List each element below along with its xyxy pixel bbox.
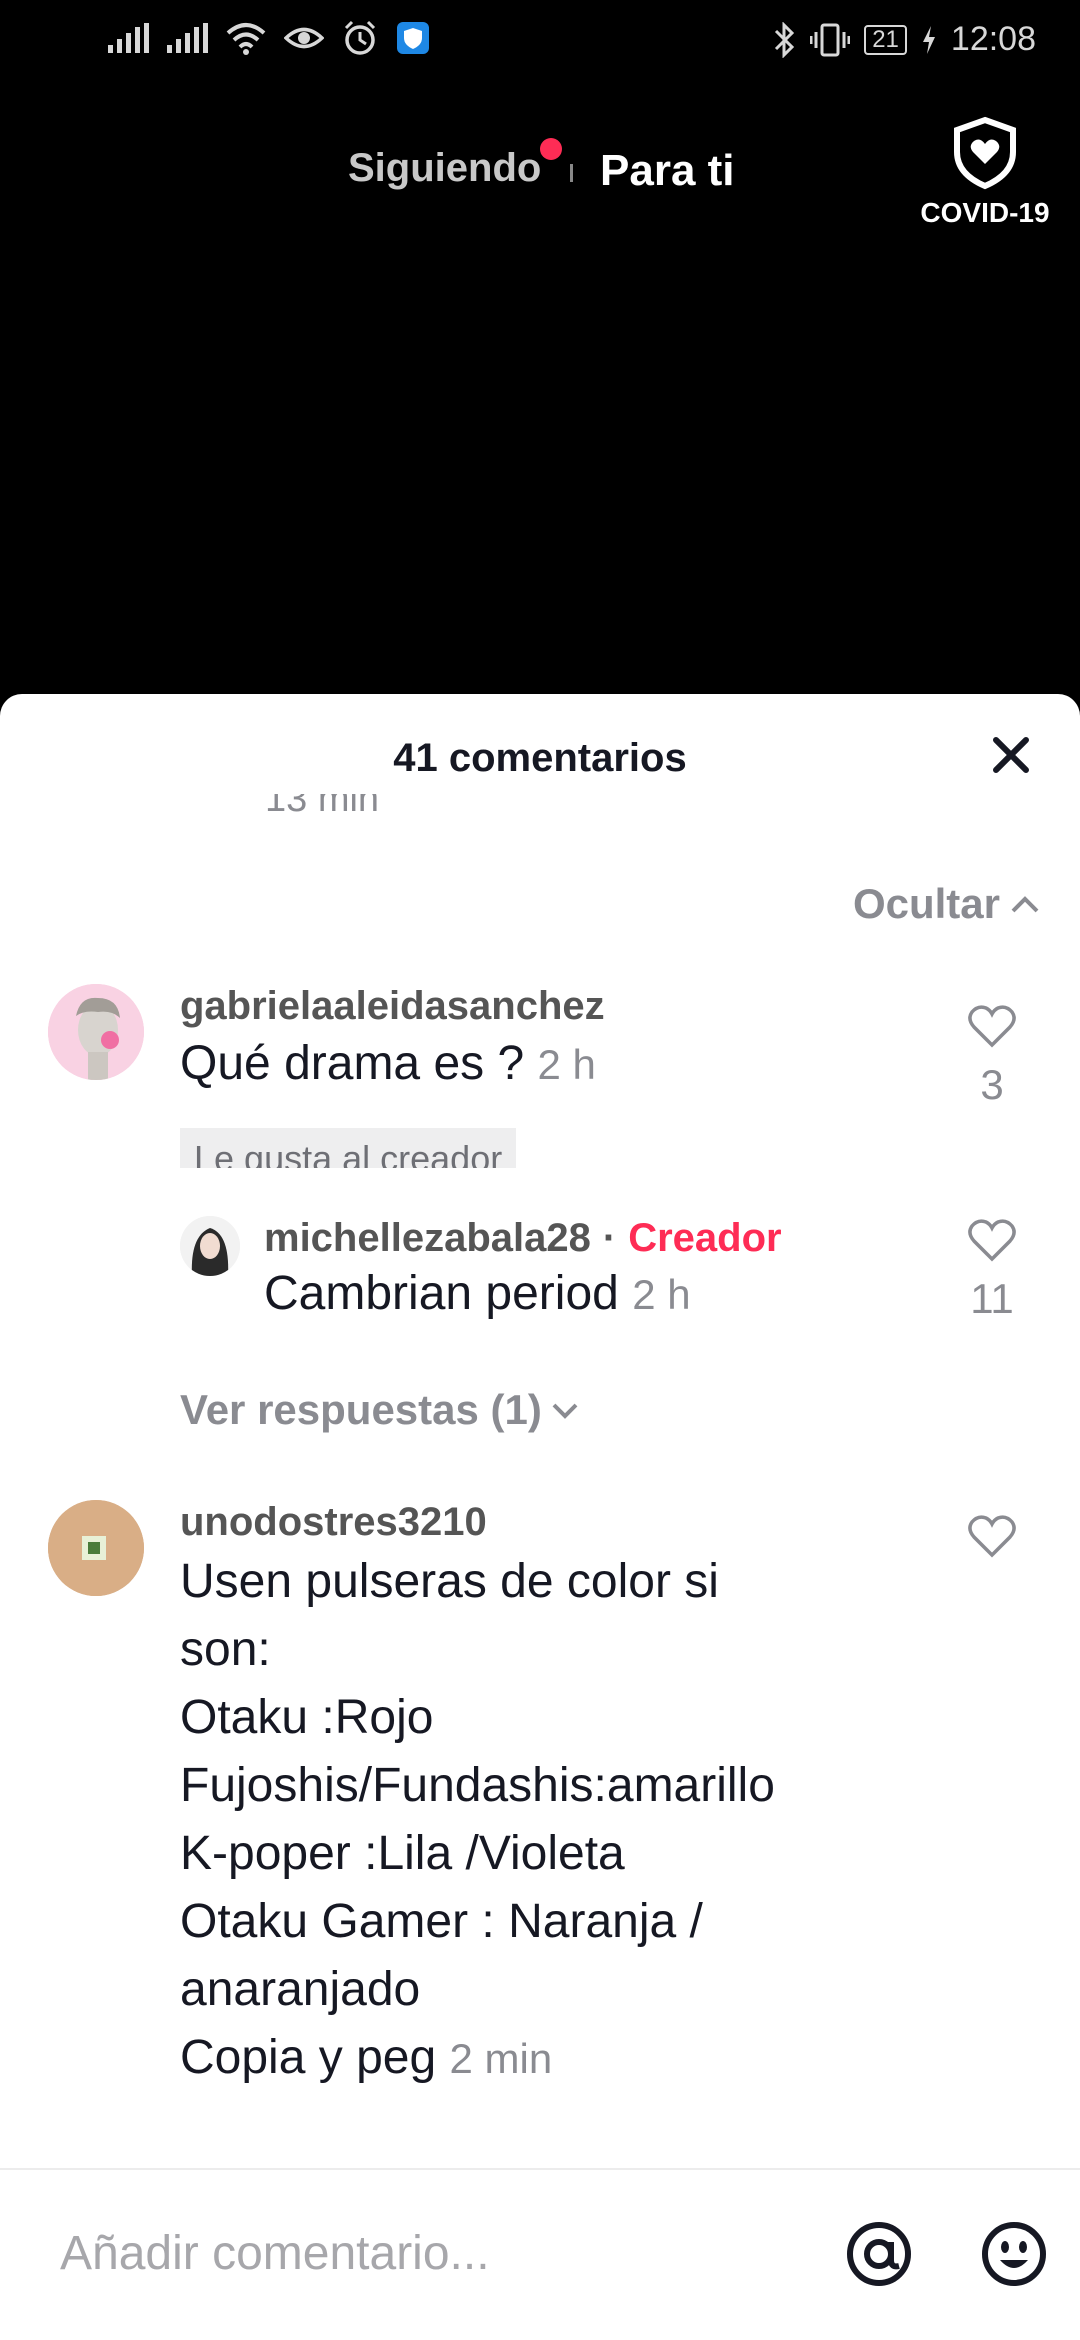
- comments-sheet: 41 comentarios 13 min Ocultar gabrielaal…: [0, 694, 1080, 2340]
- notification-dot: [540, 138, 562, 160]
- tab-for-you[interactable]: Para ti: [600, 146, 735, 196]
- hide-replies-button[interactable]: Ocultar: [853, 880, 1042, 928]
- creator-liked-badge: Le gusta al creador: [180, 1128, 517, 1168]
- comment-time: 2 min: [449, 2035, 553, 2082]
- comment-input-bar: Añadir comentario...: [0, 2168, 1080, 2340]
- comment-time: 2 h: [537, 1041, 596, 1088]
- chevron-up-icon: [1011, 896, 1039, 913]
- comment-line: Otaku :Rojo: [180, 1691, 434, 1744]
- avatar[interactable]: [48, 1500, 144, 1596]
- comment-body: Qué drama es ?: [180, 1037, 525, 1090]
- like-count: 3: [980, 1061, 1004, 1108]
- avatar[interactable]: [48, 984, 144, 1080]
- comment-line: Copia y peg: [180, 2031, 437, 2084]
- like-button[interactable]: 11: [952, 1216, 1032, 1323]
- comment-line-last: Copia y peg 2 min: [180, 2024, 775, 2093]
- shield-app-icon: [397, 22, 429, 54]
- vibrate-icon: [810, 23, 851, 56]
- comment-line: Usen pulseras de color si: [180, 1555, 719, 1608]
- view-replies-label: Ver respuestas (1): [180, 1386, 542, 1433]
- eye-icon: [284, 27, 324, 49]
- alarm-icon: [344, 20, 376, 55]
- like-button[interactable]: 3: [952, 1002, 1032, 1109]
- shield-heart-icon: [954, 116, 1016, 190]
- tab-separator: [570, 164, 573, 182]
- like-count: 11: [970, 1275, 1014, 1322]
- bluetooth-icon: [775, 21, 795, 58]
- heart-icon: [968, 1515, 1016, 1558]
- comment-line: K-poper :Lila /Violeta: [180, 1827, 625, 1880]
- comment-line: son:: [180, 1623, 271, 1676]
- comment-username[interactable]: gabrielaaleidasanchez: [180, 984, 605, 1029]
- status-bar: 21 12:08: [0, 0, 1080, 86]
- reply-username[interactable]: michellezabala28: [264, 1216, 591, 1261]
- emoji-icon[interactable]: [978, 2218, 1050, 2290]
- signal-icon: [167, 23, 208, 53]
- avatar[interactable]: [180, 1216, 240, 1276]
- signal-icon: [108, 23, 149, 53]
- sheet-header: 41 comentarios: [0, 694, 1080, 794]
- comment-line: Fujoshis/Fundashis:amarillo: [180, 1759, 775, 1812]
- hide-label: Ocultar: [852, 880, 1000, 927]
- comments-count-title: 41 comentarios: [393, 736, 687, 780]
- clock: 12:08: [950, 20, 1036, 58]
- clipped-timestamp: 13 min: [265, 794, 380, 816]
- creator-tag: Creador: [628, 1216, 782, 1260]
- comment-text: Qué drama es ? 2 h: [180, 1030, 596, 1099]
- battery-icon: 21: [864, 24, 907, 55]
- like-button[interactable]: [952, 1512, 1032, 1565]
- reply-username-row: michellezabala28 · Creador: [264, 1216, 782, 1261]
- view-replies-button[interactable]: Ver respuestas (1): [180, 1386, 582, 1434]
- mention-at-icon[interactable]: [843, 2218, 915, 2290]
- heart-icon: [968, 1219, 1016, 1262]
- user-avatar-image: [48, 1500, 144, 1596]
- covid-button[interactable]: COVID-19: [920, 116, 1050, 229]
- comment-text: Usen pulseras de color si son: Otaku :Ro…: [180, 1548, 775, 2093]
- reply-time: 2 h: [632, 1271, 691, 1318]
- reply-body: Cambrian period: [264, 1267, 619, 1320]
- covid-label: COVID-19: [920, 197, 1050, 228]
- reply-text: Cambrian period 2 h: [264, 1260, 691, 1329]
- statue-avatar-image: [48, 984, 144, 1080]
- comment-input[interactable]: Añadir comentario...: [60, 2226, 490, 2281]
- charging-icon: [922, 25, 935, 54]
- comment-line: Otaku Gamer : Naranja /: [180, 1895, 703, 1948]
- separator-dot: ·: [602, 1216, 617, 1260]
- heart-icon: [968, 1005, 1016, 1048]
- creator-avatar-image: [180, 1216, 240, 1276]
- chevron-down-icon: [552, 1403, 578, 1419]
- wifi-icon: [226, 23, 266, 55]
- comment-username[interactable]: unodostres3210: [180, 1500, 487, 1545]
- comment-line: anaranjado: [180, 1963, 421, 2016]
- close-icon[interactable]: [986, 730, 1036, 780]
- tab-following[interactable]: Siguiendo: [348, 146, 541, 191]
